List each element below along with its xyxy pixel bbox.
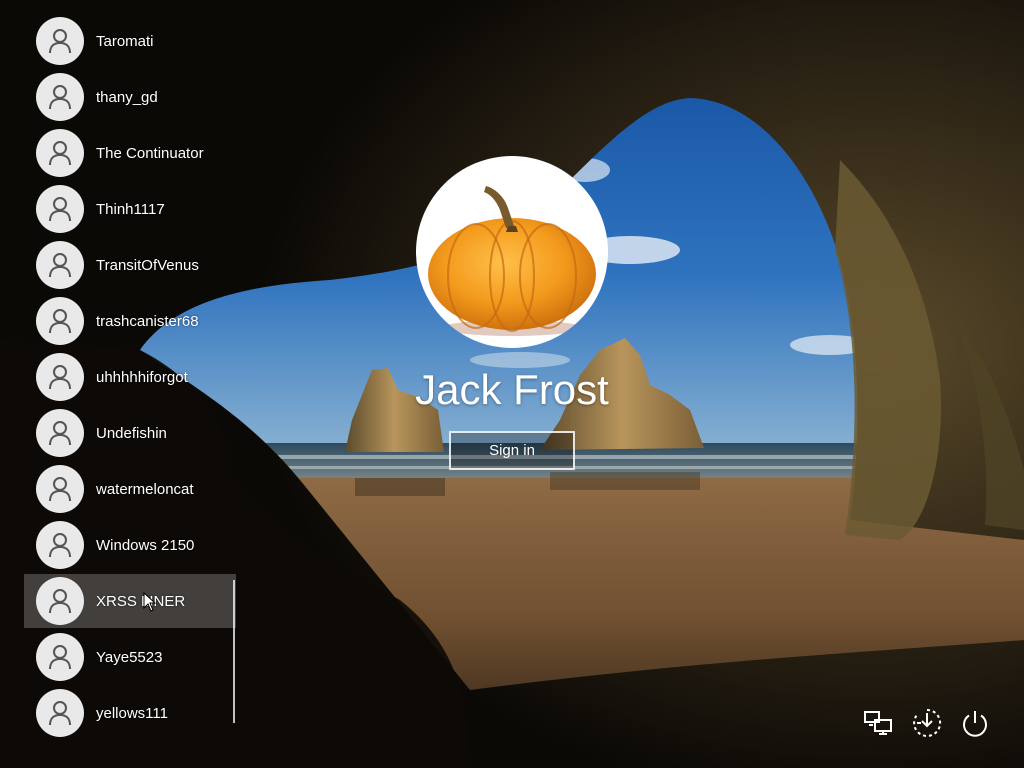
- user-name: Taromati: [96, 32, 154, 50]
- user-name: yellows111: [96, 704, 168, 722]
- user-item[interactable]: thany_gd: [24, 70, 236, 124]
- sign-in-button[interactable]: Sign in: [449, 431, 575, 470]
- user-silhouette-icon: [49, 589, 71, 614]
- user-avatar: [36, 185, 84, 233]
- user-avatar: [36, 353, 84, 401]
- user-avatar: [36, 297, 84, 345]
- user-name: The Continuator: [96, 144, 204, 162]
- user-silhouette-icon: [49, 85, 71, 110]
- pumpkin-image: [428, 186, 596, 336]
- user-name: thany_gd: [96, 88, 158, 106]
- lock-screen: Taromati thany_gd The Continuator Thinh1…: [0, 0, 1024, 768]
- user-item[interactable]: uhhhhhiforgot: [24, 350, 236, 404]
- user-name: watermeloncat: [96, 480, 194, 498]
- user-item[interactable]: Windows 2150: [24, 518, 236, 572]
- user-avatar: [36, 633, 84, 681]
- user-silhouette-icon: [49, 477, 71, 502]
- network-icon[interactable]: [862, 706, 896, 740]
- user-avatar: [36, 241, 84, 289]
- user-name: TransitOfVenus: [96, 256, 199, 274]
- user-item[interactable]: TransitOfVenus: [24, 238, 236, 292]
- user-item[interactable]: Thinh1117: [24, 182, 236, 236]
- user-avatar: [36, 129, 84, 177]
- user-silhouette-icon: [49, 29, 71, 54]
- user-avatar: [36, 409, 84, 457]
- user-name: Undefishin: [96, 424, 167, 442]
- user-avatar: [36, 521, 84, 569]
- user-item[interactable]: yellows111: [24, 686, 236, 740]
- user-item[interactable]: Undefishin: [24, 406, 236, 460]
- user-list-scrollbar[interactable]: [233, 580, 235, 723]
- accessibility-icon[interactable]: [910, 706, 944, 740]
- user-item[interactable]: watermeloncat: [24, 462, 236, 516]
- user-avatar: [36, 577, 84, 625]
- user-name: trashcanister68: [96, 312, 199, 330]
- user-avatar: [36, 17, 84, 65]
- user-item[interactable]: trashcanister68: [24, 294, 236, 348]
- user-silhouette-icon: [49, 421, 71, 446]
- user-silhouette-icon: [49, 533, 71, 558]
- user-silhouette-icon: [49, 365, 71, 390]
- mouse-pointer-icon: [143, 592, 157, 612]
- user-item-hovered[interactable]: XRSS LINER: [24, 574, 236, 628]
- user-name: XRSS LINER: [96, 592, 186, 610]
- user-item[interactable]: The Continuator: [24, 126, 236, 180]
- user-account-list[interactable]: Taromati thany_gd The Continuator Thinh1…: [24, 16, 236, 756]
- user-item[interactable]: Taromati: [24, 16, 236, 68]
- user-item[interactable]: Yaye5523: [24, 630, 236, 684]
- user-silhouette-icon: [49, 701, 71, 726]
- user-silhouette-icon: [49, 197, 71, 222]
- user-silhouette-icon: [49, 309, 71, 334]
- user-avatar: [36, 465, 84, 513]
- user-name: Windows 2150: [96, 536, 195, 554]
- power-icon[interactable]: [958, 706, 992, 740]
- user-silhouette-icon: [49, 645, 71, 670]
- user-silhouette-icon: [49, 141, 71, 166]
- profile-picture: [416, 156, 608, 348]
- user-name: uhhhhhiforgot: [96, 368, 188, 386]
- user-silhouette-icon: [49, 253, 71, 278]
- user-name: Yaye5523: [96, 648, 163, 666]
- user-name: Thinh1117: [96, 200, 165, 218]
- user-avatar: [36, 689, 84, 737]
- user-avatar: [36, 73, 84, 121]
- user-display-name: Jack Frost: [415, 366, 609, 413]
